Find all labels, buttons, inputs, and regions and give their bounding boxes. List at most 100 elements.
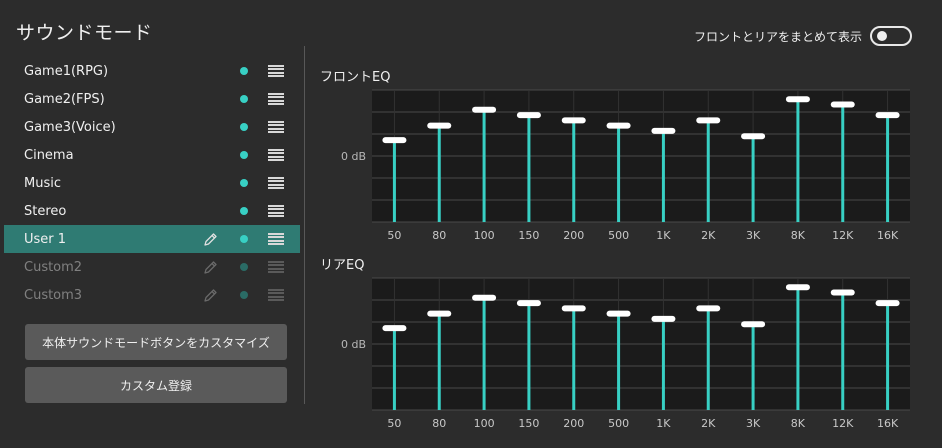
eq-slider-handle[interactable] bbox=[651, 315, 676, 322]
eq-band-label: 50 bbox=[387, 229, 401, 242]
eq-slider-handle[interactable] bbox=[382, 137, 407, 144]
eq-band-label: 2K bbox=[701, 417, 716, 430]
eq-slider-handle[interactable] bbox=[875, 300, 900, 307]
eq-bar bbox=[482, 297, 486, 410]
status-dot-icon bbox=[240, 151, 248, 159]
eq-band-label: 500 bbox=[608, 229, 629, 242]
drag-handle-icon[interactable] bbox=[268, 233, 284, 245]
eq-bar bbox=[482, 109, 486, 222]
drag-handle-icon[interactable] bbox=[268, 261, 284, 273]
eq-slider-handle[interactable] bbox=[516, 300, 541, 307]
drag-handle-icon[interactable] bbox=[268, 93, 284, 105]
drag-handle-icon[interactable] bbox=[268, 177, 284, 189]
sound-mode-item[interactable]: Game2(FPS) bbox=[4, 85, 300, 113]
register-custom-button[interactable]: カスタム登録 bbox=[25, 367, 287, 403]
drag-handle-icon[interactable] bbox=[268, 205, 284, 217]
eq-band-label: 50 bbox=[387, 417, 401, 430]
eq-band-label: 200 bbox=[563, 417, 584, 430]
eq-bar bbox=[841, 292, 845, 410]
eq-band-label: 150 bbox=[518, 417, 539, 430]
front-eq-graph: 0 dB 50 80 100 150 200 500 1K 2K 3K 8K 12K 16K bbox=[341, 89, 910, 242]
rear-eq-graph: 0 dB 50 80 100 150 200 500 1K 2K 3K 8K 12K 16K bbox=[341, 277, 910, 430]
eq-slider-handle[interactable] bbox=[606, 310, 631, 317]
eq-slider-handle[interactable] bbox=[427, 310, 452, 317]
status-dot-icon bbox=[240, 263, 248, 271]
eq-slider-handle[interactable] bbox=[382, 325, 407, 332]
eq-slider-handle[interactable] bbox=[741, 133, 766, 140]
eq-slider-handle[interactable] bbox=[696, 117, 721, 124]
zero-db-label: 0 dB bbox=[341, 150, 366, 163]
eq-bar bbox=[886, 303, 890, 410]
sound-mode-item[interactable]: Custom3 bbox=[4, 281, 300, 309]
eq-slider-handle[interactable] bbox=[830, 101, 855, 108]
eq-slider-handle[interactable] bbox=[472, 106, 497, 113]
eq-band-label: 1K bbox=[656, 417, 671, 430]
sound-mode-label: Stereo bbox=[24, 203, 67, 219]
status-dot-icon bbox=[240, 67, 248, 75]
sound-mode-label: Game2(FPS) bbox=[24, 91, 105, 107]
eq-bar bbox=[392, 140, 396, 222]
eq-band-label: 80 bbox=[432, 229, 446, 242]
sound-mode-label: User 1 bbox=[24, 231, 67, 247]
eq-band-label: 80 bbox=[432, 417, 446, 430]
eq-slider-handle[interactable] bbox=[741, 321, 766, 328]
eq-band-label: 8K bbox=[791, 229, 806, 242]
customize-sound-mode-button[interactable]: 本体サウンドモードボタンをカスタマイズ bbox=[25, 324, 287, 360]
sound-mode-item[interactable]: Custom2 bbox=[4, 253, 300, 281]
eq-bar bbox=[661, 318, 665, 410]
eq-slider-handle[interactable] bbox=[472, 294, 497, 301]
eq-slider-handle[interactable] bbox=[516, 112, 541, 119]
combine-toggle-label: フロントとリアをまとめて表示 bbox=[693, 29, 862, 44]
sound-mode-item[interactable]: Stereo bbox=[4, 197, 300, 225]
drag-handle-icon[interactable] bbox=[268, 65, 284, 77]
eq-bar bbox=[706, 308, 710, 410]
eq-bar bbox=[572, 308, 576, 410]
sound-mode-item[interactable]: Game1(RPG) bbox=[4, 57, 300, 85]
eq-slider-handle[interactable] bbox=[696, 305, 721, 312]
combine-toggle-group: フロントとリアをまとめて表示 bbox=[694, 26, 912, 46]
eq-bar bbox=[886, 115, 890, 222]
eq-slider-handle[interactable] bbox=[785, 96, 810, 103]
eq-slider-handle[interactable] bbox=[651, 127, 676, 134]
pencil-icon[interactable] bbox=[202, 231, 219, 248]
front-eq-title: フロントEQ bbox=[320, 70, 391, 85]
eq-band-label: 16K bbox=[877, 417, 899, 430]
status-dot-icon bbox=[240, 207, 248, 215]
eq-bar bbox=[661, 130, 665, 222]
eq-band-label: 8K bbox=[791, 417, 806, 430]
sound-mode-item[interactable]: Game3(Voice) bbox=[4, 113, 300, 141]
panel-divider bbox=[304, 46, 305, 404]
eq-slider-handle[interactable] bbox=[561, 305, 586, 312]
toggle-knob bbox=[877, 31, 887, 41]
page-title: サウンドモード bbox=[16, 22, 153, 44]
sound-mode-label: Music bbox=[24, 175, 61, 191]
eq-slider-handle[interactable] bbox=[606, 122, 631, 129]
sound-mode-list: Game1(RPG) Game2(FPS) Game3(Voice) Cinema Mu… bbox=[4, 57, 300, 309]
eq-slider-handle[interactable] bbox=[427, 122, 452, 129]
eq-bar bbox=[572, 120, 576, 222]
drag-handle-icon[interactable] bbox=[268, 289, 284, 301]
eq-band-label: 3K bbox=[746, 229, 761, 242]
sound-mode-item[interactable]: Cinema bbox=[4, 141, 300, 169]
drag-handle-icon[interactable] bbox=[268, 121, 284, 133]
combine-toggle-switch[interactable] bbox=[870, 26, 912, 46]
zero-db-label: 0 dB bbox=[341, 338, 366, 351]
eq-band-label: 1K bbox=[656, 229, 671, 242]
pencil-icon[interactable] bbox=[202, 259, 219, 276]
pencil-icon[interactable] bbox=[202, 287, 219, 304]
sound-mode-label: Custom2 bbox=[24, 259, 83, 275]
sound-mode-item[interactable]: User 1 bbox=[4, 225, 300, 253]
eq-band-label: 2K bbox=[701, 229, 716, 242]
eq-bar bbox=[706, 120, 710, 222]
eq-bar bbox=[617, 313, 621, 410]
eq-band-label: 200 bbox=[563, 229, 584, 242]
eq-bar bbox=[796, 287, 800, 410]
status-dot-icon bbox=[240, 123, 248, 131]
eq-bar bbox=[751, 136, 755, 222]
eq-slider-handle[interactable] bbox=[830, 289, 855, 296]
eq-slider-handle[interactable] bbox=[785, 284, 810, 291]
eq-slider-handle[interactable] bbox=[561, 117, 586, 124]
eq-slider-handle[interactable] bbox=[875, 112, 900, 119]
sound-mode-item[interactable]: Music bbox=[4, 169, 300, 197]
drag-handle-icon[interactable] bbox=[268, 149, 284, 161]
